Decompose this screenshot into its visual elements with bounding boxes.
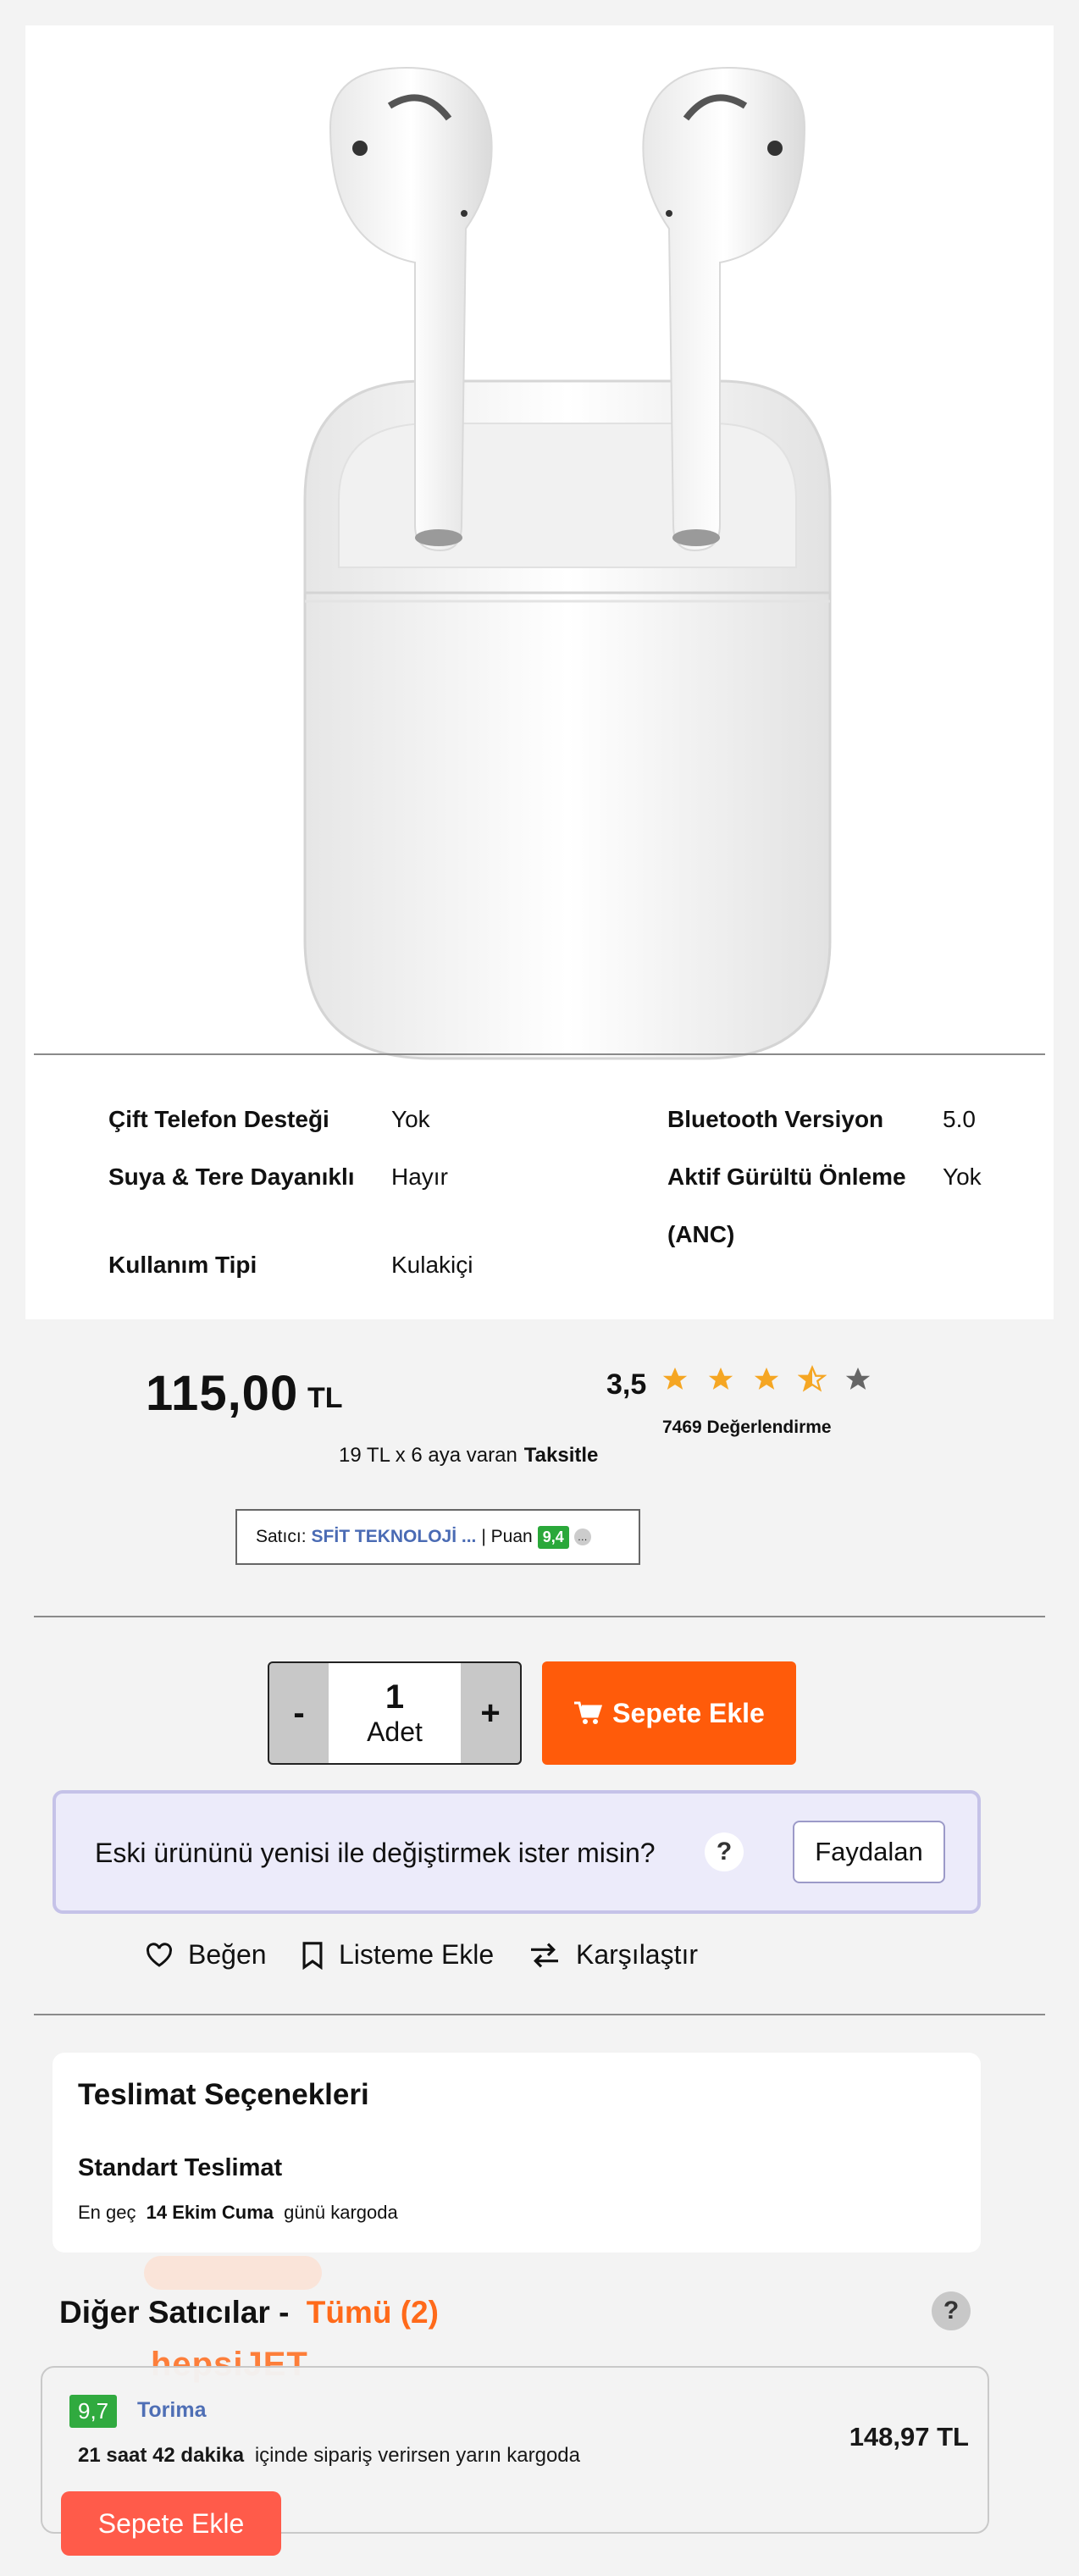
star-full-icon [754,1367,779,1390]
seller-name[interactable]: SFİT TEKNOLOJİ ... [312,1527,477,1547]
bookmark-icon [302,1941,323,1970]
quantity-increase-button[interactable]: + [461,1663,520,1763]
star-half-icon [798,1365,827,1392]
spec-label: Bluetooth Versiyon [667,1106,884,1132]
trade-in-button[interactable]: Faydalan [793,1821,945,1883]
rating-stars[interactable] [661,1365,872,1394]
delivery-option[interactable]: Standart Teslimat [78,2154,282,2182]
delivery-options: Teslimat Seçenekleri Standart Teslimat E… [53,2053,981,2253]
delivery-title: Teslimat Seçenekleri [78,2078,369,2111]
spec-value: Yok [943,1164,982,1190]
trade-in-text: Eski ürününü yenisi ile değiştirmek iste… [95,1838,656,1868]
add-to-list-button[interactable]: Listeme Ekle [302,1939,494,1971]
delivery-date: 14 Ekim Cuma [146,2202,274,2223]
help-icon[interactable]: ? [705,1832,744,1871]
trade-in-banner: Eski ürününü yenisi ile değiştirmek iste… [53,1790,981,1914]
star-full-icon [708,1367,733,1390]
image-divider [34,1053,1045,1055]
price-amount: 115,00 [146,1366,299,1421]
other-seller-score-badge: 9,7 [69,2395,118,2428]
quantity-stepper: - 1 Adet + [268,1661,522,1765]
delivery-suffix: günü kargoda [284,2202,398,2223]
quantity-unit: Adet [367,1716,423,1747]
other-sellers-title: Diğer Satıcılar - [59,2295,290,2330]
spec-label: Çift Telefon Desteği [108,1106,329,1132]
delivery-estimate: En geç 14 Ekim Cuma günü kargoda [78,2202,398,2224]
compare-button[interactable]: Karşılaştır [528,1939,698,1971]
faded-badge [144,2256,322,2290]
spec-value: Hayır [391,1164,448,1190]
add-to-list-label: Listeme Ekle [339,1939,495,1970]
quantity-decrease-button[interactable]: - [269,1663,329,1763]
spec-value: 5.0 [943,1106,976,1132]
compare-icon [531,1943,558,1967]
spec-label-cont: (ANC) [667,1221,735,1247]
other-seller-shipping: 21 saat 42 dakika içinde sipariş verirse… [78,2444,580,2468]
heart-icon [147,1942,172,1967]
seller-score-badge: 9,4 [537,1525,569,1549]
spec-label: Aktif Gürültü Önleme [667,1164,906,1190]
spec-label: Suya & Tere Dayanıklı [108,1164,355,1190]
actions-divider [34,2014,1045,2015]
spec-value: Kulakiçi [391,1252,473,1278]
installment-text: 19 TL x 6 aya varan [339,1444,517,1467]
shipping-text: içinde sipariş verirsen yarın kargoda [254,2444,581,2467]
quantity-value: 1 [385,1678,405,1716]
installment-link[interactable]: Taksitle [524,1444,599,1467]
product-image[interactable] [279,59,855,1075]
rating-score: 3,5 [606,1368,647,1401]
price-divider [34,1616,1045,1617]
other-seller-name[interactable]: Torima [137,2398,207,2423]
spec-label: Kullanım Tipi [108,1252,257,1278]
like-button[interactable]: Beğen [146,1939,267,1971]
like-label: Beğen [188,1939,267,1970]
cart-icon [574,1701,603,1724]
add-to-cart-button[interactable]: Sepete Ekle [542,1661,796,1765]
seller-info[interactable]: Satıcı: SFİT TEKNOLOJİ ... | Puan 9,4 … [235,1509,640,1565]
compare-label: Karşılaştır [576,1939,699,1970]
price-currency: TL [307,1382,343,1414]
star-full-icon [662,1367,688,1390]
seller-prefix: Satıcı: [256,1527,307,1546]
help-icon[interactable]: ? [932,2291,971,2330]
rating-count[interactable]: 7469 Değerlendirme [662,1418,832,1438]
more-icon[interactable]: … [573,1528,591,1545]
installment-info: 19 TL x 6 aya varan Taksitle [339,1444,598,1468]
quantity-display[interactable]: 1 Adet [329,1663,461,1763]
other-seller-price: 148,97 TL [849,2422,969,2452]
shipping-countdown: 21 saat 42 dakika [78,2444,245,2467]
add-to-cart-label: Sepete Ekle [612,1697,765,1728]
seller-score-label: | Puan [481,1527,533,1546]
other-sellers-heading: Diğer Satıcılar - Tümü (2) [59,2295,439,2330]
delivery-prefix: En geç [78,2202,136,2223]
other-sellers-all-link[interactable]: Tümü (2) [307,2295,439,2330]
star-empty-icon [845,1367,871,1390]
spec-value: Yok [391,1106,430,1132]
other-seller-add-to-cart-button[interactable]: Sepete Ekle [61,2491,281,2556]
